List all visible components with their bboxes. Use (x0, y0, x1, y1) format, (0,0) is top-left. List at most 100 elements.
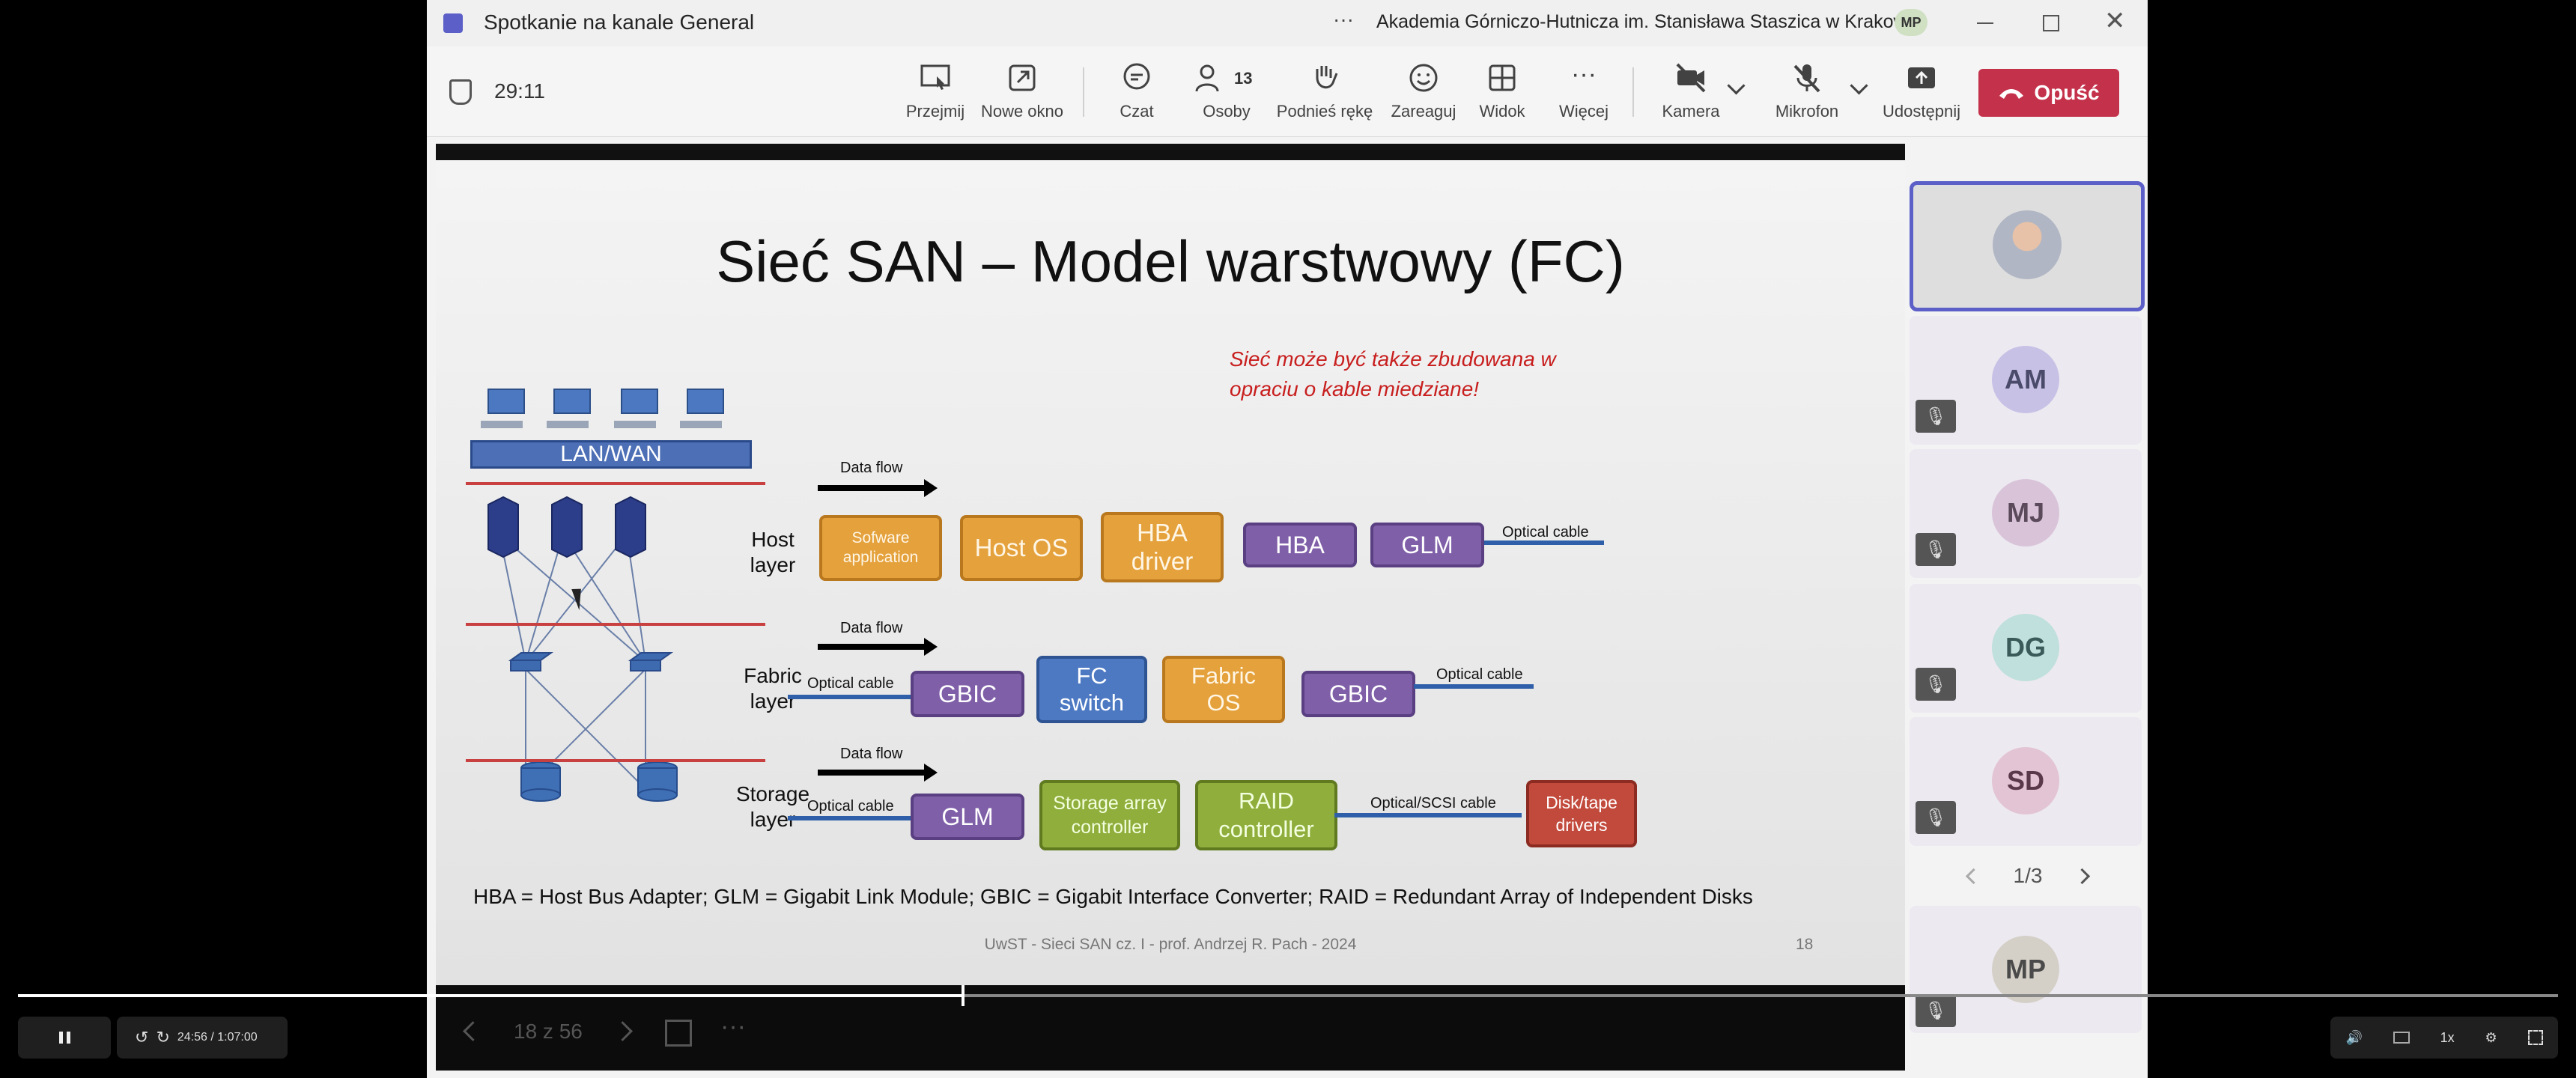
maximize-button[interactable] (2043, 15, 2059, 31)
widok-label: Widok (1479, 102, 1525, 121)
data-flow-arrow-host (818, 479, 938, 497)
hba-box: HBA (1243, 523, 1357, 567)
play-pause-button[interactable] (18, 1017, 111, 1059)
more-options-button[interactable]: ··· (1333, 7, 1354, 31)
presenter-photo (1993, 210, 2062, 279)
fabric-os-box: Fabric OS (1162, 656, 1285, 723)
computer-icons (481, 389, 724, 428)
osoby-label: Osoby (1203, 102, 1251, 121)
fabric-layer-label-line1: Fabric (744, 664, 802, 687)
pause-icon (58, 1032, 70, 1044)
host-os-box: Host OS (960, 515, 1083, 581)
more-icon: ··· (1571, 60, 1597, 88)
czat-label: Czat (1120, 102, 1154, 121)
zareaguj-label: Zareaguj (1391, 102, 1456, 121)
przejmij-button[interactable]: Przejmij (902, 61, 969, 129)
mic-options-chevron-icon[interactable] (1850, 76, 1868, 95)
gbic-right-box: GBIC (1301, 671, 1415, 717)
presenter-video-tile[interactable] (1910, 181, 2145, 311)
host-os-label: Host OS (974, 534, 1069, 561)
slide-grid-icon[interactable] (665, 1020, 692, 1047)
pager-next-chevron-icon[interactable] (2074, 868, 2091, 884)
software-application-box: Sofware application (819, 515, 942, 581)
slide-footer: UwST - Sieci SAN cz. I - prof. Andrzej R… (984, 936, 1357, 953)
video-progress-bar[interactable] (18, 985, 2558, 1006)
leave-button[interactable]: Opuść (1978, 69, 2119, 117)
widok-button[interactable]: Widok (1472, 61, 1532, 129)
slide-legend: HBA = Host Bus Adapter; GLM = Gigabit Li… (473, 885, 1753, 908)
camera-options-chevron-icon[interactable] (1727, 76, 1746, 95)
participant-tile[interactable]: SD 🎙 (1910, 717, 2142, 846)
volume-icon[interactable]: 🔊 (2345, 1030, 2362, 1046)
udostepnij-button[interactable]: Udostępnij (1877, 61, 1966, 129)
slide-more-button[interactable]: ··· (720, 1012, 746, 1041)
mic-muted-icon: 🎙 (1916, 801, 1956, 834)
mic-muted-icon: 🎙 (1916, 533, 1956, 566)
participant-avatar: DG (1992, 614, 2059, 681)
playback-controls: ↺ ↻ 24:56 / 1:07:00 (117, 1017, 288, 1059)
participant-tile[interactable]: MJ 🎙 (1910, 449, 2142, 578)
mikrofon-button[interactable]: Mikrofon (1766, 61, 1848, 129)
optical-cable-fabric-left-label: Optical cable (807, 675, 894, 692)
mikrofon-label: Mikrofon (1775, 102, 1839, 121)
next-slide-button[interactable] (613, 1021, 633, 1041)
kamera-button[interactable]: Kamera (1655, 61, 1727, 129)
wiecej-button[interactable]: ··· Więcej (1550, 61, 1617, 129)
teams-logo-icon (443, 13, 463, 33)
hba-driver-line2: driver (1131, 547, 1194, 575)
rewind-10-icon[interactable]: ↺ (135, 1028, 148, 1047)
glm-storage-box: GLM (911, 794, 1024, 840)
share-icon (1908, 67, 1935, 88)
window-title: Spotkanie na kanale General (484, 10, 755, 34)
hang-up-icon (1999, 89, 2024, 99)
slide-page-number: 18 (1796, 936, 1814, 953)
disk-tape-line2: drivers (1555, 815, 1608, 835)
participant-avatar: AM (1992, 346, 2059, 413)
settings-gear-icon[interactable]: ⚙ (2485, 1030, 2497, 1046)
data-flow-label-fabric: Data flow (840, 620, 903, 636)
optical-scsi-cable-label: Optical/SCSI cable (1370, 795, 1496, 811)
participant-avatar: MJ (1992, 479, 2059, 546)
slide-note-line1: Sieć może być także zbudowana w (1230, 347, 1556, 371)
czat-button[interactable]: Czat (1107, 61, 1167, 129)
participant-tile[interactable]: MP 🎙 (1910, 906, 2142, 1033)
zareaguj-button[interactable]: Zareaguj (1382, 61, 1465, 129)
storage-array-box: Storage array controller (1039, 780, 1180, 850)
fabric-layer-label-line2: layer (750, 689, 796, 713)
glm-host-box: GLM (1370, 523, 1484, 567)
software-application-line1: Sofware (851, 529, 910, 546)
slide-counter: 18 z 56 (514, 1020, 583, 1043)
playback-speed[interactable]: 1x (2440, 1030, 2455, 1046)
forward-10-icon[interactable]: ↻ (156, 1028, 169, 1047)
fc-switch-box: FC switch (1036, 656, 1147, 723)
shield-icon (449, 79, 472, 105)
udostepnij-label: Udostępnij (1883, 102, 1960, 121)
fabric-os-line2: OS (1206, 689, 1241, 716)
participant-tile[interactable]: DG 🎙 (1910, 584, 2142, 713)
video-progress-handle[interactable] (961, 985, 965, 1006)
participant-tile[interactable]: AM 🎙 (1910, 316, 2142, 445)
pager-prev-chevron-icon[interactable] (1965, 868, 1982, 884)
glm-host-label: GLM (1401, 531, 1453, 558)
fullscreen-icon[interactable] (2527, 1030, 2543, 1045)
storage-array-line2: controller (1071, 817, 1149, 838)
optical-cable-fabric-left (788, 695, 911, 699)
teams-window: Spotkanie na kanale General ··· Akademia… (427, 0, 2148, 1078)
slide-note: Sieć może być także zbudowana w opraciu … (1230, 344, 1556, 404)
optical-cable-fabric-right (1414, 684, 1534, 689)
prev-slide-button[interactable] (463, 1021, 483, 1041)
host-layer-label: Host layer (743, 527, 803, 578)
slide-top-bar (436, 144, 1905, 160)
raid-controller-line1: RAID (1238, 788, 1295, 814)
osoby-button[interactable]: 13 Osoby (1189, 61, 1264, 129)
fabric-layer-label: Fabric layer (735, 663, 810, 714)
lan-wan-bar: LAN/WAN (470, 440, 752, 469)
nowe-okno-button[interactable]: Nowe okno (973, 61, 1071, 129)
org-name: Akademia Górniczo-Hutnicza im. Stanisław… (1376, 11, 1922, 32)
captions-icon[interactable] (2393, 1032, 2410, 1044)
present-icon (920, 64, 950, 90)
podnies-reke-button[interactable]: Podnieś rękę (1269, 61, 1381, 129)
user-avatar[interactable]: MP (1895, 9, 1928, 36)
minimize-button[interactable] (1977, 22, 1993, 24)
close-button[interactable]: ✕ (2104, 6, 2126, 36)
